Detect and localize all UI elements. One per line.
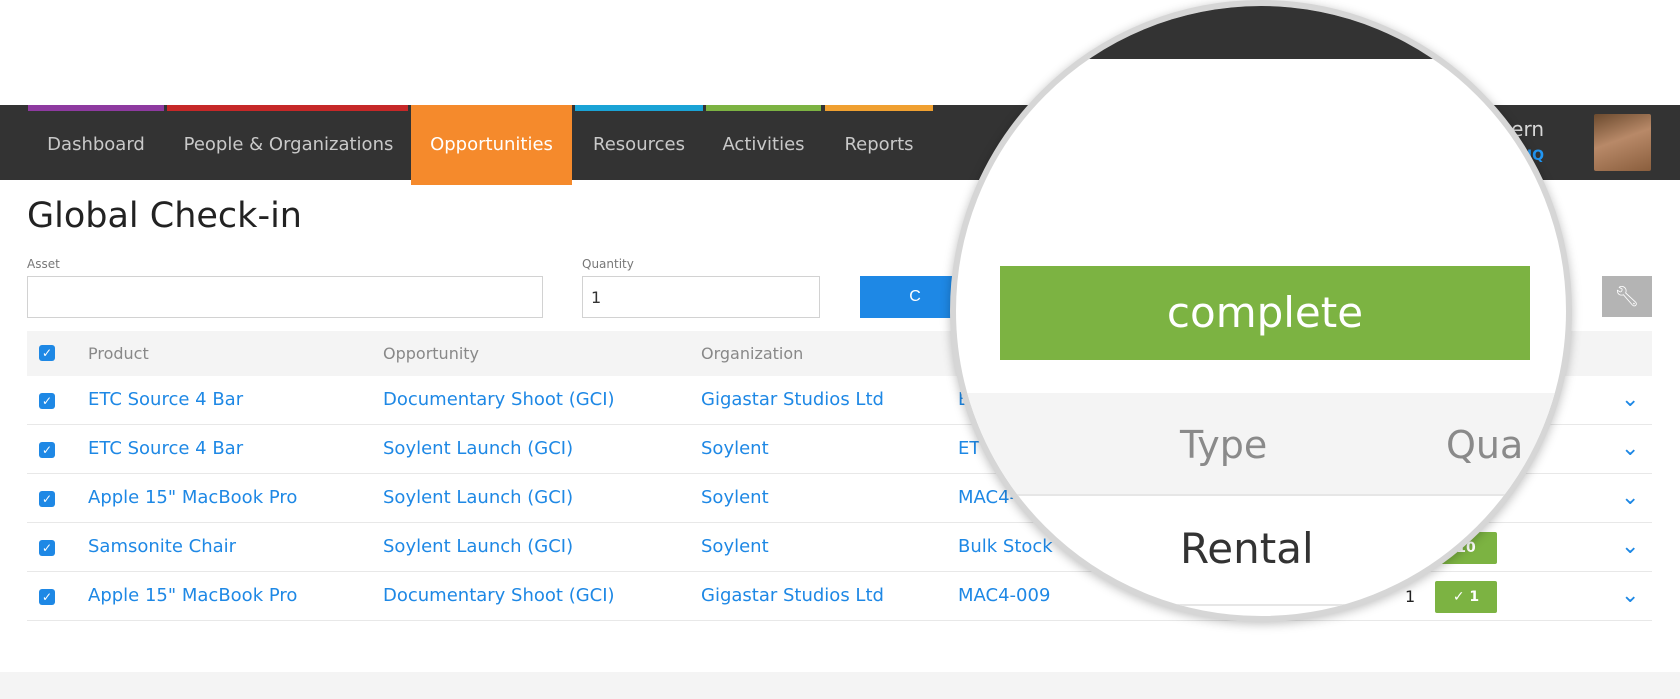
asset-input[interactable]	[27, 276, 543, 318]
quantity-label: Quantity	[582, 257, 634, 271]
column-header-organization[interactable]: Organization	[701, 344, 803, 363]
select-all-checkbox[interactable]: ✓	[39, 345, 55, 361]
row-checkbox[interactable]: ✓	[39, 540, 55, 556]
opportunity-link[interactable]: Soylent Launch (GCI)	[383, 438, 573, 459]
organization-link[interactable]: Soylent	[701, 487, 769, 508]
opportunity-link[interactable]: Soylent Launch (GCI)	[383, 536, 573, 557]
nav-item-dashboard[interactable]: Dashboard	[28, 111, 164, 180]
chevron-down-icon[interactable]: ⌄	[1621, 485, 1639, 510]
chevron-down-icon[interactable]: ⌄	[1621, 534, 1639, 559]
organization-link[interactable]: Soylent	[701, 438, 769, 459]
product-link[interactable]: ETC Source 4 Bar	[88, 389, 243, 410]
asset-label: Asset	[27, 257, 60, 271]
nav-item-reports[interactable]: Reports	[825, 111, 933, 180]
magnified-table-row: Rental	[956, 496, 1566, 606]
column-header-quantity: Qua	[1446, 423, 1524, 467]
chevron-down-icon[interactable]: ⌄	[1621, 583, 1639, 608]
column-header-product[interactable]: Product	[88, 344, 149, 363]
row-checkbox[interactable]: ✓	[39, 589, 55, 605]
column-header-type: Type	[1180, 423, 1268, 467]
complete-button[interactable]: complete	[1000, 266, 1530, 360]
opportunity-link[interactable]: Documentary Shoot (GCI)	[383, 585, 615, 606]
settings-button[interactable]: 🔧︎	[1602, 276, 1652, 317]
magnified-table-header: Type Qua	[956, 393, 1566, 496]
page-title: Global Check-in	[27, 196, 302, 236]
column-header-opportunity[interactable]: Opportunity	[383, 344, 479, 363]
chevron-down-icon[interactable]: ⌄	[1621, 387, 1639, 412]
product-link[interactable]: Apple 15" MacBook Pro	[88, 585, 297, 606]
magnified-navbar	[956, 6, 1566, 59]
screenshot-stage: Dashboard People & Organizations Opportu…	[0, 0, 1680, 699]
quantity-input[interactable]	[582, 276, 820, 318]
nav-item-people-organizations[interactable]: People & Organizations	[170, 111, 407, 180]
chevron-down-icon[interactable]: ⌄	[1621, 436, 1639, 461]
organization-link[interactable]: Gigastar Studios Ltd	[701, 389, 884, 410]
nav-item-activities[interactable]: Activities	[706, 111, 821, 180]
magnifier-callout: complete Type Qua Rental	[950, 0, 1572, 622]
organization-link[interactable]: Soylent	[701, 536, 769, 557]
row-checkbox[interactable]: ✓	[39, 442, 55, 458]
row-checkbox[interactable]: ✓	[39, 491, 55, 507]
organization-link[interactable]: Gigastar Studios Ltd	[701, 585, 884, 606]
opportunity-link[interactable]: Soylent Launch (GCI)	[383, 487, 573, 508]
product-link[interactable]: ETC Source 4 Bar	[88, 438, 243, 459]
avatar[interactable]	[1594, 114, 1651, 171]
type-value: Rental	[1180, 524, 1314, 573]
wrench-icon: 🔧︎	[1614, 286, 1640, 308]
footer-bar	[0, 672, 1680, 699]
nav-item-opportunities[interactable]: Opportunities	[411, 105, 572, 185]
product-link[interactable]: Apple 15" MacBook Pro	[88, 487, 297, 508]
nav-item-resources[interactable]: Resources	[575, 111, 703, 180]
row-checkbox[interactable]: ✓	[39, 393, 55, 409]
opportunity-link[interactable]: Documentary Shoot (GCI)	[383, 389, 615, 410]
product-link[interactable]: Samsonite Chair	[88, 536, 236, 557]
